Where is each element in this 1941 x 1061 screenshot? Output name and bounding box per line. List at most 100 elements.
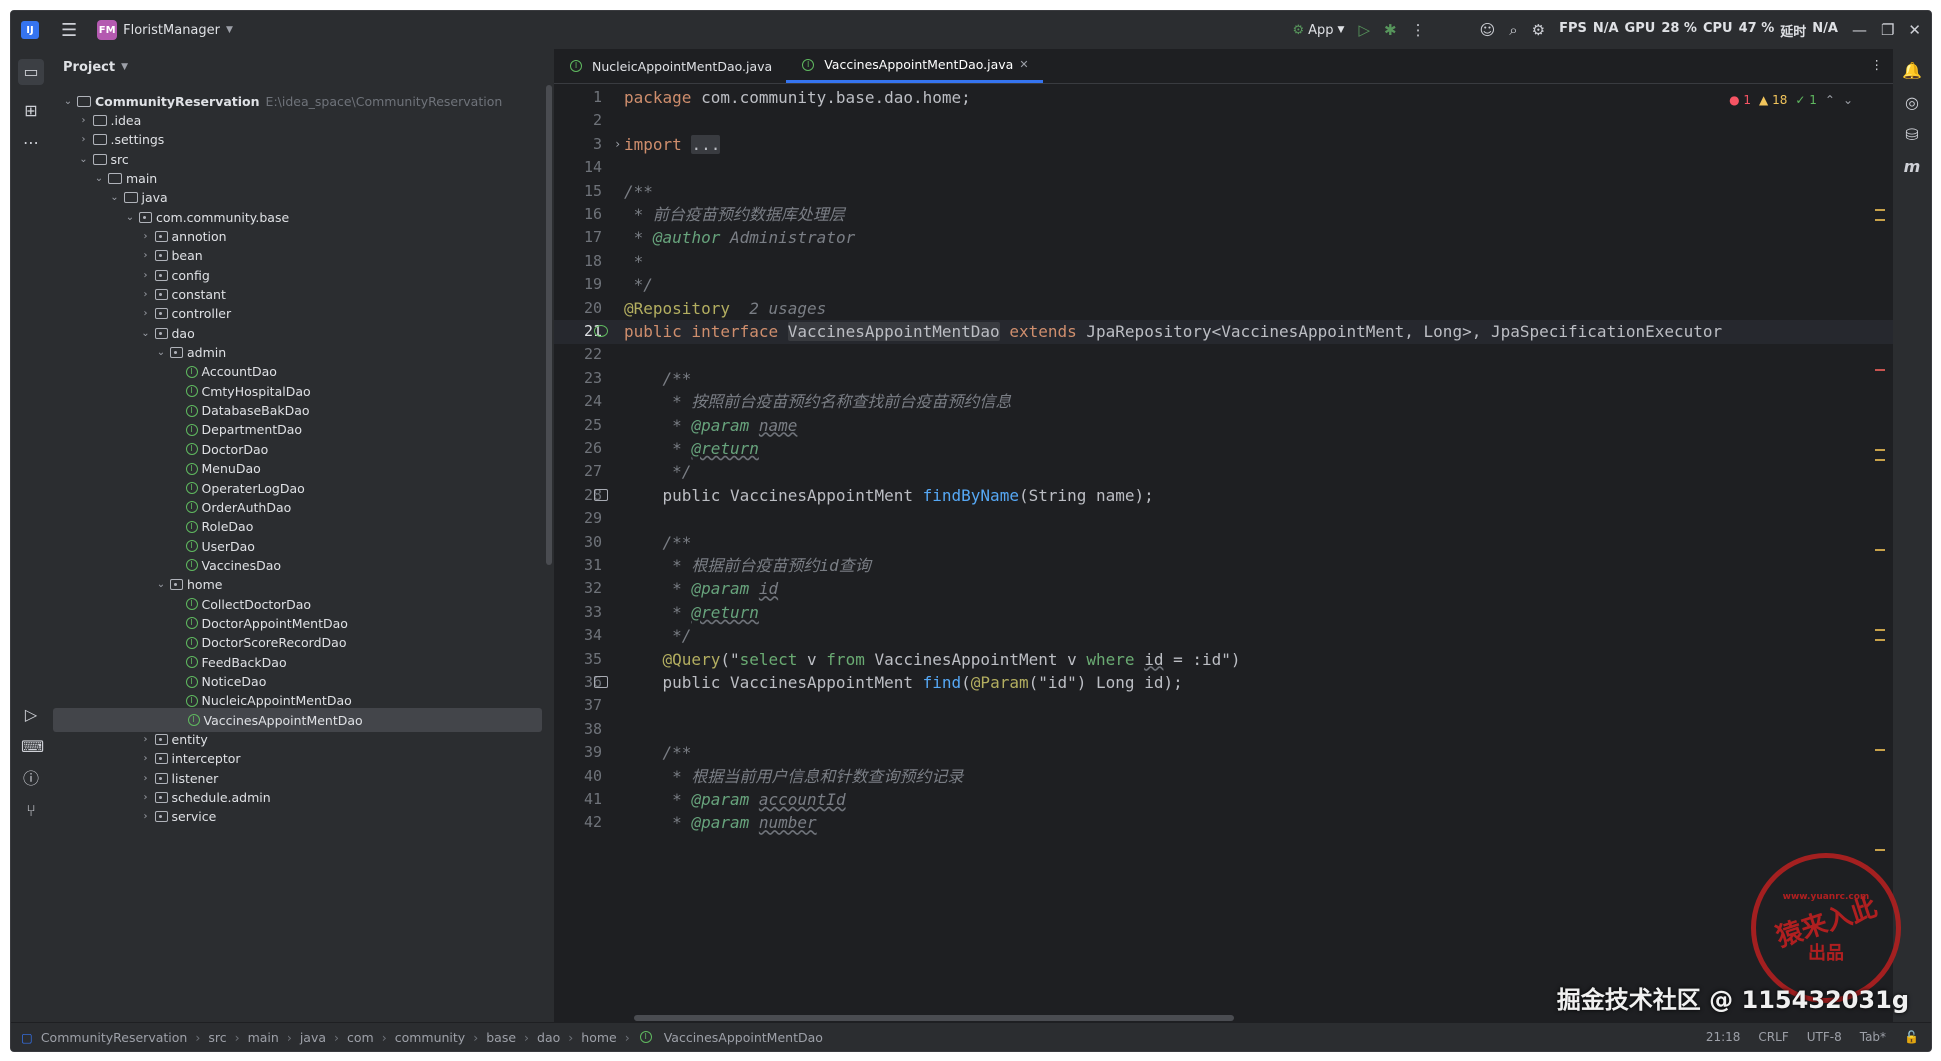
indent-setting[interactable]: Tab* bbox=[1860, 1030, 1886, 1044]
line-number[interactable]: 24 bbox=[584, 391, 602, 411]
warning-marker[interactable] bbox=[1875, 849, 1885, 851]
minimize-icon[interactable]: — bbox=[1852, 21, 1867, 39]
code-line[interactable]: */ bbox=[624, 461, 691, 483]
line-number[interactable]: 17 bbox=[584, 227, 602, 247]
code-line[interactable]: * bbox=[624, 251, 644, 273]
structure-icon[interactable]: ⊞ bbox=[21, 101, 41, 121]
chevron-down-icon[interactable]: ⌄ bbox=[123, 212, 137, 223]
line-number[interactable]: 15 bbox=[584, 181, 602, 201]
code-line[interactable]: * @param id bbox=[624, 578, 778, 600]
chevron-down-icon[interactable]: ⌄ bbox=[77, 154, 91, 165]
code-line[interactable]: public interface VaccinesAppointMentDao … bbox=[624, 321, 1722, 343]
account-icon[interactable]: ☺ bbox=[1480, 21, 1496, 39]
code-line[interactable]: * @param accountId bbox=[624, 789, 845, 811]
chevron-down-icon[interactable]: ⌄ bbox=[61, 96, 75, 107]
chevron-right-icon[interactable]: › bbox=[77, 134, 91, 145]
chevron-right-icon[interactable]: › bbox=[139, 231, 153, 242]
code-line[interactable]: * 根据前台疫苗预约id查询 bbox=[624, 555, 871, 577]
chevron-down-icon[interactable]: ⌄ bbox=[154, 579, 168, 590]
project-folder-icon[interactable]: ▭ bbox=[18, 59, 44, 85]
run-icon[interactable]: ▷ bbox=[1358, 21, 1370, 39]
code-line[interactable]: * 按照前台疫苗预约名称查找前台疫苗预约信息 bbox=[624, 391, 1011, 413]
breadcrumb-item[interactable]: main bbox=[248, 1030, 279, 1045]
tree-item-folder[interactable]: › service bbox=[51, 805, 554, 829]
chevron-down-icon[interactable]: ⌄ bbox=[139, 328, 153, 339]
line-number[interactable]: 26 bbox=[584, 438, 602, 458]
line-number[interactable]: 40 bbox=[584, 766, 602, 786]
main-menu-icon[interactable]: ☰ bbox=[61, 20, 77, 41]
settings-gear-icon[interactable]: ⚙ bbox=[1532, 21, 1545, 39]
more-tools-icon[interactable]: ⋯ bbox=[21, 133, 41, 153]
chevron-down-icon[interactable]: ⌄ bbox=[92, 173, 106, 184]
run-tool-icon[interactable]: ▷ bbox=[21, 705, 41, 725]
tab-vaccines-appointment-dao[interactable]: I VaccinesAppointMentDao.java ✕ bbox=[786, 49, 1043, 83]
more-options-icon[interactable]: ⋮ bbox=[1411, 21, 1426, 39]
line-number[interactable]: 34 bbox=[584, 625, 602, 645]
code-view[interactable]: package com.community.base.dao.home; impo… bbox=[616, 83, 1863, 1023]
breadcrumb-item[interactable]: dao bbox=[537, 1030, 560, 1045]
line-number[interactable]: 30 bbox=[584, 532, 602, 552]
error-marker[interactable] bbox=[1875, 369, 1885, 371]
tab-nucleic-appointment-dao[interactable]: I NucleicAppointMentDao.java bbox=[554, 49, 786, 83]
search-icon[interactable]: ⌕ bbox=[1509, 21, 1517, 39]
line-number[interactable]: 14 bbox=[584, 157, 602, 177]
close-icon[interactable]: ✕ bbox=[1908, 21, 1921, 39]
warning-marker[interactable] bbox=[1875, 629, 1885, 631]
debug-icon[interactable]: ✱ bbox=[1384, 21, 1397, 39]
lock-icon[interactable]: 🔓 bbox=[1904, 1030, 1919, 1044]
line-number[interactable]: 22 bbox=[584, 344, 602, 364]
code-line[interactable]: */ bbox=[624, 625, 691, 647]
line-number[interactable]: 29 bbox=[584, 508, 602, 528]
breadcrumb-item[interactable]: home bbox=[581, 1030, 616, 1045]
file-encoding[interactable]: UTF-8 bbox=[1807, 1030, 1842, 1044]
implementation-icon[interactable] bbox=[594, 325, 608, 337]
chevron-right-icon[interactable]: › bbox=[139, 250, 153, 261]
problems-icon[interactable]: ⓘ bbox=[21, 769, 41, 789]
breadcrumb-item[interactable]: base bbox=[486, 1030, 516, 1045]
chevron-down-icon[interactable]: ⌄ bbox=[108, 192, 122, 203]
code-line[interactable]: public VaccinesAppointMent findByName(St… bbox=[624, 485, 1154, 507]
chevron-right-icon[interactable]: › bbox=[139, 792, 153, 803]
line-number[interactable]: 39 bbox=[584, 742, 602, 762]
line-number[interactable]: 38 bbox=[584, 719, 602, 739]
breadcrumb-item[interactable]: VaccinesAppointMentDao bbox=[664, 1030, 823, 1045]
database-icon[interactable]: ⛁ bbox=[1902, 125, 1922, 144]
chevron-right-icon[interactable]: › bbox=[139, 753, 153, 764]
code-line[interactable]: * @author Administrator bbox=[624, 227, 856, 249]
line-number[interactable]: 2 bbox=[593, 110, 602, 130]
line-number[interactable]: 35 bbox=[584, 649, 602, 669]
chevron-right-icon[interactable]: › bbox=[139, 734, 153, 745]
breadcrumb-item[interactable]: src bbox=[208, 1030, 226, 1045]
line-number[interactable]: 41 bbox=[584, 789, 602, 809]
line-number[interactable]: 27 bbox=[584, 461, 602, 481]
code-line[interactable]: /** bbox=[624, 532, 692, 554]
line-number[interactable]: 33 bbox=[584, 602, 602, 622]
warning-marker[interactable] bbox=[1875, 219, 1885, 221]
maven-icon[interactable]: m bbox=[1902, 157, 1922, 176]
chevron-right-icon[interactable]: › bbox=[139, 773, 153, 784]
warning-marker[interactable] bbox=[1875, 749, 1885, 751]
line-number[interactable]: 20 bbox=[584, 298, 602, 318]
breadcrumb-item[interactable]: community bbox=[395, 1030, 466, 1045]
line-number[interactable]: 31 bbox=[584, 555, 602, 575]
code-line[interactable]: @Repository 2 usages bbox=[624, 298, 826, 320]
code-line[interactable]: public VaccinesAppointMent find(@Param("… bbox=[624, 672, 1183, 694]
chevron-right-icon[interactable]: › bbox=[139, 811, 153, 822]
ai-assistant-icon[interactable]: ◎ bbox=[1902, 93, 1922, 112]
code-line[interactable]: /** bbox=[624, 181, 653, 203]
line-number[interactable]: 18 bbox=[584, 251, 602, 271]
line-number[interactable]: 23 bbox=[584, 368, 602, 388]
project-switcher[interactable]: FM FloristManager ▼ bbox=[97, 20, 233, 40]
code-line[interactable]: @Query("select v from VaccinesAppointMen… bbox=[624, 649, 1241, 671]
breadcrumb-item[interactable]: CommunityReservation bbox=[41, 1030, 188, 1045]
chevron-right-icon[interactable]: › bbox=[77, 115, 91, 126]
git-icon[interactable]: ⑂ bbox=[21, 801, 41, 821]
code-line[interactable]: * 根据当前用户信息和针数查询预约记录 bbox=[624, 766, 963, 788]
breadcrumb-item[interactable]: com bbox=[347, 1030, 374, 1045]
code-line[interactable]: * @return bbox=[624, 602, 759, 624]
restore-icon[interactable]: ❐ bbox=[1881, 21, 1894, 39]
line-number[interactable]: 32 bbox=[584, 578, 602, 598]
line-separator[interactable]: CRLF bbox=[1758, 1030, 1788, 1044]
line-number[interactable]: 3 bbox=[593, 134, 602, 154]
code-line[interactable]: * @return bbox=[624, 438, 759, 460]
